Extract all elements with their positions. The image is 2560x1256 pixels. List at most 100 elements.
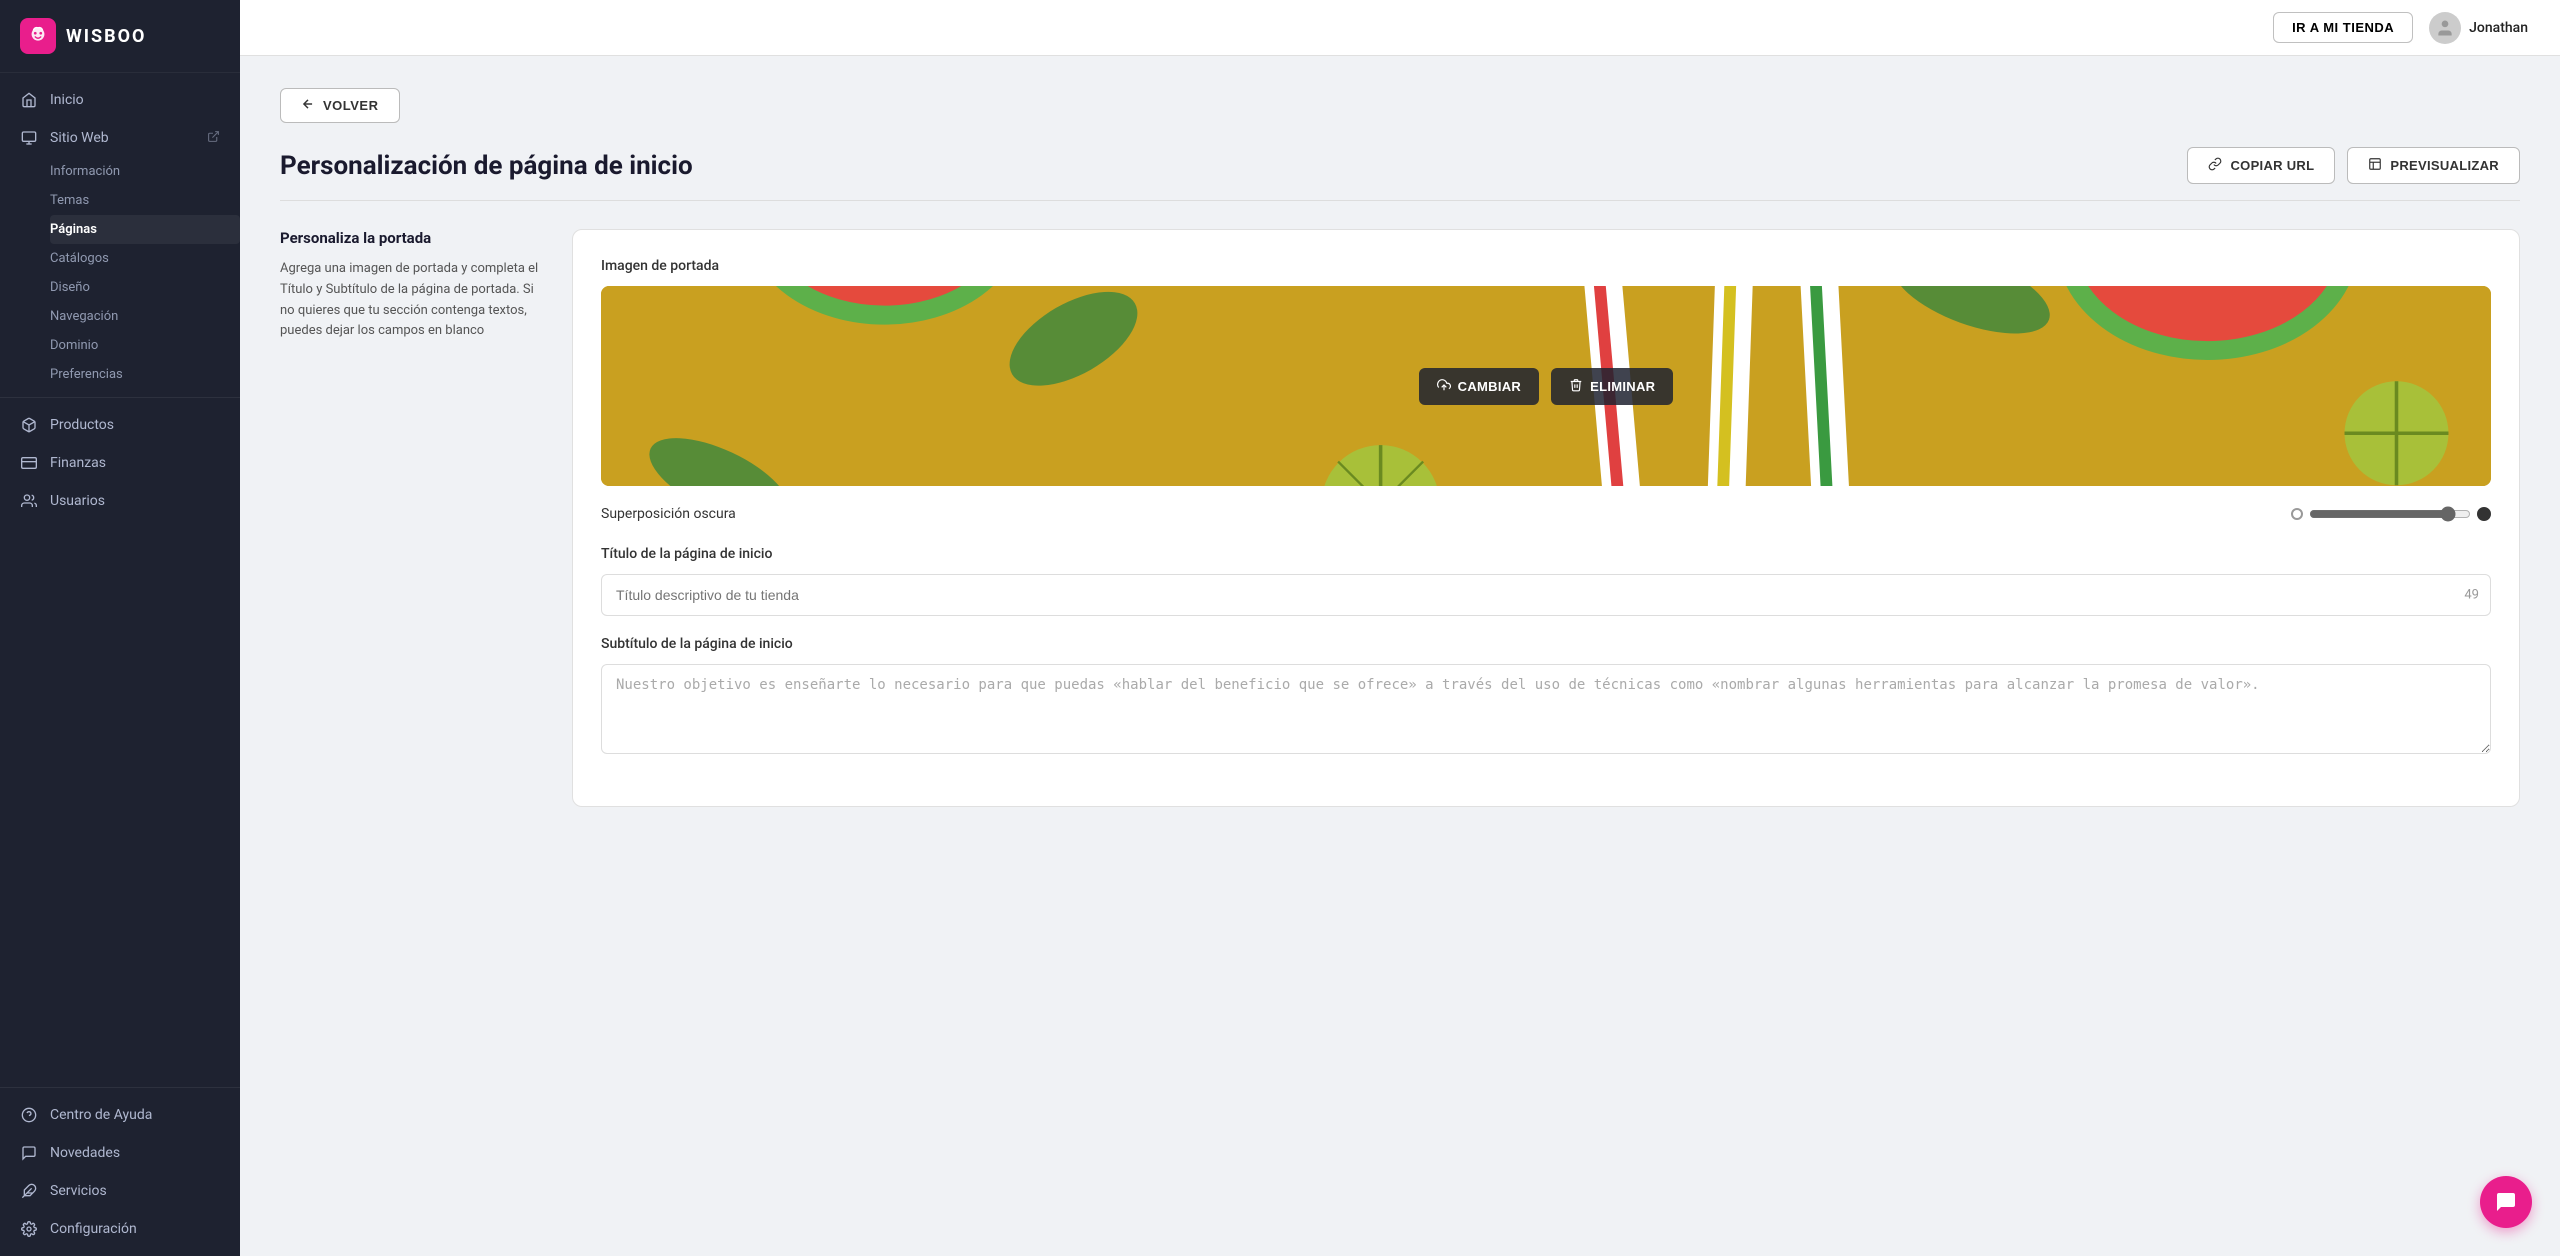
- sidebar-item-label: Servicios: [50, 1183, 107, 1199]
- creditcard-icon: [20, 454, 38, 472]
- section-desc-title: Personaliza la portada: [280, 229, 540, 247]
- sidebar-item-label: Inicio: [50, 92, 84, 108]
- store-button[interactable]: IR A MI TIENDA: [2273, 12, 2413, 43]
- external-link-icon: [207, 130, 220, 147]
- page-title: Personalización de página de inicio: [280, 151, 693, 181]
- sidebar-item-label: Configuración: [50, 1221, 137, 1237]
- sidebar-subitem-label: Información: [50, 164, 120, 179]
- section-desc-text: Agrega una imagen de portada y completa …: [280, 259, 540, 342]
- link-icon: [2208, 157, 2222, 174]
- subtitle-field-label: Subtítulo de la página de inicio: [601, 636, 2491, 652]
- sidebar-item-label: Usuarios: [50, 493, 105, 509]
- upload-icon: [1437, 378, 1451, 395]
- title-input[interactable]: [601, 574, 2491, 616]
- sidebar-item-diseno[interactable]: Diseño: [50, 273, 240, 302]
- page-actions: COPIAR URL PREVISUALIZAR: [2187, 147, 2520, 184]
- preview-button[interactable]: PREVISUALIZAR: [2347, 147, 2520, 184]
- sidebar-item-usuarios[interactable]: Usuarios: [0, 482, 240, 520]
- topbar: IR A MI TIENDA Jonathan: [240, 0, 2560, 56]
- sidebar: WISBOO Inicio Sitio Web: [0, 0, 240, 1256]
- monitor-icon: [20, 129, 38, 147]
- title-input-wrap: 49: [601, 574, 2491, 616]
- slider-max-indicator: [2477, 507, 2491, 521]
- sidebar-item-navegacion[interactable]: Navegación: [50, 302, 240, 331]
- sidebar-item-label: Novedades: [50, 1145, 120, 1161]
- slider-label: Superposición oscura: [601, 506, 2279, 522]
- arrow-left-icon: [301, 97, 315, 114]
- sidebar-item-dominio[interactable]: Dominio: [50, 331, 240, 360]
- subtitle-input-wrap: Nuestro objetivo es enseñarte lo necesar…: [601, 664, 2491, 758]
- username-label: Jonathan: [2469, 20, 2528, 36]
- avatar: [2429, 12, 2461, 44]
- sidebar-item-informacion[interactable]: Información: [50, 157, 240, 186]
- section-description: Personaliza la portada Agrega una imagen…: [280, 229, 540, 807]
- box-icon: [20, 416, 38, 434]
- chat-icon: [20, 1144, 38, 1162]
- delete-btn-label: ELIMINAR: [1590, 379, 1655, 394]
- sidebar-item-paginas[interactable]: Páginas: [50, 215, 240, 244]
- logo-icon: [20, 18, 56, 54]
- sidebar-item-novedades[interactable]: Novedades: [0, 1134, 240, 1172]
- sidebar-item-productos[interactable]: Productos: [0, 406, 240, 444]
- sidebar-item-label: Centro de Ayuda: [50, 1107, 152, 1123]
- page-header: Personalización de página de inicio COPI…: [280, 147, 2520, 184]
- sidebar-main-section: Inicio Sitio Web Informació: [0, 73, 240, 528]
- help-icon: [20, 1106, 38, 1124]
- main-content: VOLVER Personalización de página de inic…: [240, 56, 2560, 1256]
- slider-track: [2291, 506, 2491, 522]
- sidebar-subitem-label: Temas: [50, 193, 89, 208]
- trash-icon: [1569, 378, 1583, 395]
- sidebar-item-servicios[interactable]: Servicios: [0, 1172, 240, 1210]
- sidebar-item-configuracion[interactable]: Configuración: [0, 1210, 240, 1248]
- sidebar-item-label: Sitio Web: [50, 130, 109, 146]
- home-icon: [20, 91, 38, 109]
- users-icon: [20, 492, 38, 510]
- copy-url-button[interactable]: COPIAR URL: [2187, 147, 2335, 184]
- change-image-button[interactable]: CAMBIAR: [1419, 368, 1539, 405]
- divider: [280, 200, 2520, 201]
- cover-image-overlay: CAMBIAR: [601, 286, 2491, 486]
- sidebar-item-sitio-web[interactable]: Sitio Web: [0, 119, 240, 157]
- subtitle-input[interactable]: Nuestro objetivo es enseñarte lo necesar…: [601, 664, 2491, 754]
- sidebar-logo[interactable]: WISBOO: [0, 0, 240, 73]
- eye-icon: [2368, 157, 2382, 174]
- sidebar-item-inicio[interactable]: Inicio: [0, 81, 240, 119]
- darkness-slider[interactable]: [2309, 506, 2471, 522]
- delete-image-button[interactable]: ELIMINAR: [1551, 368, 1673, 405]
- slider-row: Superposición oscura: [601, 506, 2491, 522]
- sidebar-subitem-label: Catálogos: [50, 251, 109, 266]
- back-button-label: VOLVER: [323, 98, 379, 113]
- section-form: Imagen de portada: [572, 229, 2520, 807]
- sidebar-subitem-label: Páginas: [50, 222, 97, 237]
- sidebar-bottom: Centro de Ayuda Novedades Servicios: [0, 1087, 240, 1256]
- sidebar-item-label: Finanzas: [50, 455, 106, 471]
- puzzle-icon: [20, 1182, 38, 1200]
- title-field-label: Título de la página de inicio: [601, 546, 2491, 562]
- copy-url-label: COPIAR URL: [2230, 158, 2314, 173]
- change-btn-label: CAMBIAR: [1458, 379, 1521, 394]
- title-char-count: 49: [2464, 588, 2479, 603]
- logo-text: WISBOO: [66, 26, 146, 47]
- back-button[interactable]: VOLVER: [280, 88, 400, 123]
- image-label: Imagen de portada: [601, 258, 2491, 274]
- cover-image-container: CAMBIAR: [601, 286, 2491, 486]
- user-menu[interactable]: Jonathan: [2429, 12, 2528, 44]
- sidebar-item-centro-ayuda[interactable]: Centro de Ayuda: [0, 1096, 240, 1134]
- main-wrapper: IR A MI TIENDA Jonathan VOLVER Persona: [240, 0, 2560, 1256]
- gear-icon: [20, 1220, 38, 1238]
- sidebar-subitem-label: Preferencias: [50, 367, 123, 382]
- cover-overlay-buttons: CAMBIAR: [1419, 368, 1674, 405]
- sidebar-item-preferencias[interactable]: Preferencias: [50, 360, 240, 389]
- sidebar-item-label: Productos: [50, 417, 114, 433]
- sidebar-subitem-label: Diseño: [50, 280, 90, 295]
- preview-label: PREVISUALIZAR: [2390, 158, 2499, 173]
- sidebar-subitem-label: Dominio: [50, 338, 98, 353]
- slider-min-indicator: [2291, 508, 2303, 520]
- sidebar-item-temas[interactable]: Temas: [50, 186, 240, 215]
- sitio-web-submenu: Información Temas Páginas Catálogos Dise…: [0, 157, 240, 389]
- sidebar-item-finanzas[interactable]: Finanzas: [0, 444, 240, 482]
- sidebar-subitem-label: Navegación: [50, 309, 118, 324]
- section-layout: Personaliza la portada Agrega una imagen…: [280, 229, 2520, 807]
- sidebar-item-catalogos[interactable]: Catálogos: [50, 244, 240, 273]
- chat-bubble-button[interactable]: [2480, 1176, 2532, 1228]
